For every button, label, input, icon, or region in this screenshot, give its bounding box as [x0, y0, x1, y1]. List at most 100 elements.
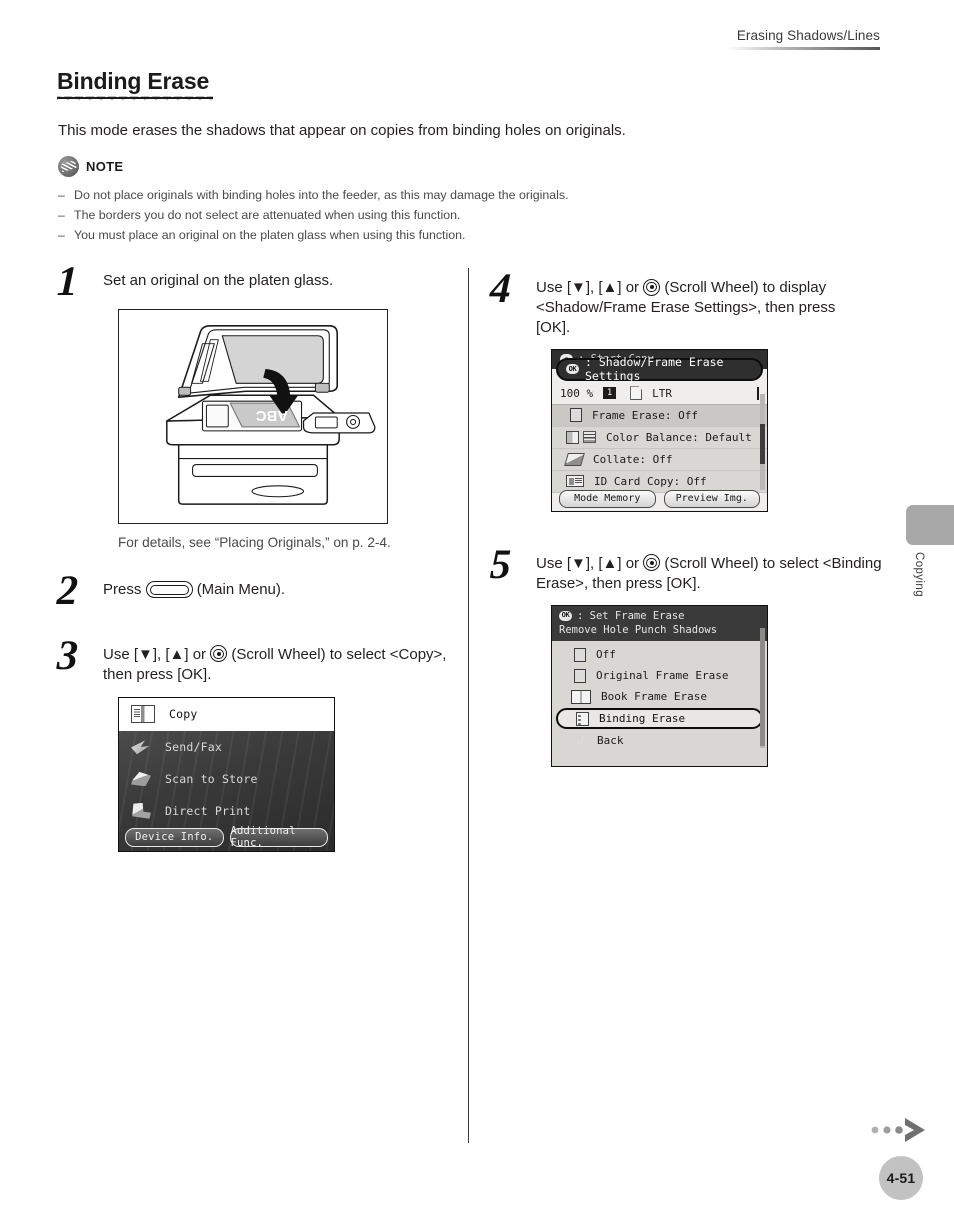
lcd-row-copy[interactable]: Copy: [119, 697, 334, 731]
running-head-rule: [728, 47, 880, 50]
step-2-number: 2: [56, 568, 78, 615]
step-2: 2 Press (Main Menu).: [56, 568, 457, 615]
lcd-row-frame-erase-label: Frame Erase: Off: [592, 408, 698, 422]
lcd-frame-erase-title-1: : Set Frame Erase: [577, 609, 685, 622]
step-3-text: Use [▼], [▲] or (Scroll Wheel) to select…: [103, 645, 457, 685]
lcd-row-off[interactable]: Off: [552, 644, 767, 665]
note-list-item: The borders you do not select are attenu…: [58, 205, 778, 225]
level-lines-icon: [583, 431, 596, 444]
lcd-row-send-fax[interactable]: Send/Fax: [119, 731, 334, 763]
additional-func-button[interactable]: Additional Func.: [229, 825, 328, 849]
step-3-text-pre: Use [▼], [▲] or: [103, 645, 207, 663]
printer-illustration: ABC: [166, 325, 376, 506]
lcd-row-copy-label: Copy: [169, 707, 198, 722]
lcd-row-original-frame-erase[interactable]: Original Frame Erase: [552, 665, 767, 686]
note-header: NOTE: [58, 155, 778, 177]
lcd-row-collate-label: Collate: Off: [593, 452, 673, 466]
step-4: 4 Use [▼], [▲] or (Scroll Wheel) to disp…: [489, 266, 890, 512]
lcd-row-original-frame-erase-label: Original Frame Erase: [596, 669, 729, 683]
scan-to-store-icon: [131, 771, 151, 787]
lcd-scrollbar-track[interactable]: [760, 393, 765, 490]
step-2-text-pre: Press: [103, 581, 142, 599]
step-5: 5 Use [▼], [▲] or (Scroll Wheel) to sele…: [489, 542, 890, 767]
back-arrow-icon: ↲: [575, 732, 585, 749]
lcd-row-binding-erase[interactable]: Binding Erase: [556, 708, 763, 730]
lcd-selected-banner[interactable]: OK : Shadow/Frame Erase Settings: [556, 355, 763, 384]
lcd-row-color-balance-label: Color Balance: Default: [606, 430, 752, 444]
step-4-text-pre: Use [▼], [▲] or: [536, 279, 640, 296]
page-icon: [570, 408, 582, 423]
lcd-copy-settings[interactable]: ◉ : Start Copy OK : Shadow/Frame Erase S…: [551, 348, 768, 512]
running-head: Erasing Shadows/Lines: [728, 28, 880, 50]
page-number-badge: 4-51: [879, 1156, 923, 1200]
lcd-frame-erase-title-2: Remove Hole Punch Shadows: [559, 623, 718, 636]
paper-size-icon: [630, 386, 643, 401]
lcd-row-send-fax-label: Send/Fax: [165, 739, 222, 754]
lcd-row-book-frame-erase[interactable]: Book Frame Erase: [552, 686, 767, 707]
original-abc-label: ABC: [255, 407, 287, 423]
copy-icon: [131, 705, 155, 724]
device-info-button[interactable]: Device Info.: [125, 827, 224, 847]
step-1: 1 Set an original on the platen glass. A…: [56, 259, 457, 551]
intro-paragraph: This mode erases the shadows that appear…: [58, 122, 626, 139]
collate-icon: [564, 452, 585, 466]
step-3: 3 Use [▼], [▲] or (Scroll Wheel) to sele…: [56, 633, 457, 852]
step-1-text: Set an original on the platen glass.: [103, 272, 334, 289]
manual-page: Erasing Shadows/Lines Binding Erase This…: [0, 0, 954, 1227]
lcd-row-frame-erase[interactable]: Frame Erase: Off: [552, 404, 767, 427]
mode-memory-button[interactable]: Mode Memory: [559, 489, 656, 508]
platen-glass-figure: ABC: [118, 309, 388, 525]
step-1-number: 1: [56, 259, 78, 305]
lcd-scrollbar-thumb[interactable]: [760, 423, 765, 464]
page-icon: [574, 668, 586, 683]
lcd-row-direct-print[interactable]: Direct Print: [119, 795, 334, 827]
lcd-row-binding-erase-label: Binding Erase: [599, 712, 686, 726]
next-page-chevron-icon: [869, 1115, 931, 1145]
paper-size-label: LTR: [652, 386, 672, 400]
note-list: Do not place originals with binding hole…: [58, 185, 778, 245]
step-4-number: 4: [489, 266, 511, 312]
left-column: 1 Set an original on the platen glass. A…: [56, 259, 457, 858]
note-pencil-icon: [58, 155, 79, 177]
color-balance-icon: [566, 430, 579, 444]
preview-img-button[interactable]: Preview Img.: [663, 489, 760, 508]
status-marker: [757, 386, 759, 400]
note-list-item: You must place an original on the platen…: [58, 225, 778, 245]
scroll-wheel-icon: [210, 645, 228, 663]
lcd-row-off-label: Off: [596, 648, 616, 662]
ok-badge-icon: OK: [559, 610, 572, 621]
lcd-row-id-card-copy-label: ID Card Copy: Off: [594, 474, 707, 488]
lcd-scrollbar-thumb[interactable]: [760, 627, 765, 746]
lcd-scrollbar-track[interactable]: [760, 627, 765, 748]
lcd-row-back[interactable]: ↲ Back: [552, 730, 767, 751]
page-title-block: Binding Erase: [57, 70, 213, 105]
copies-count: 1: [603, 387, 617, 400]
lcd-main-menu[interactable]: Copy Send/Fax Scan to Store Direct Print: [118, 696, 335, 852]
lcd-row-scan-to-store[interactable]: Scan to Store: [119, 763, 334, 795]
right-column: 4 Use [▼], [▲] or (Scroll Wheel) to disp…: [489, 266, 890, 773]
lcd-copy-settings-buttons: Mode Memory Preview Img.: [552, 489, 767, 508]
note-list-item: Do not place originals with binding hole…: [58, 185, 778, 205]
lcd-copy-settings-list: Frame Erase: Off Color Balance: Default …: [552, 404, 767, 493]
column-divider: [468, 268, 469, 1143]
zoom-value: 100 %: [560, 386, 594, 400]
book-icon: [571, 689, 591, 704]
ok-badge-icon: OK: [566, 364, 579, 375]
send-fax-icon: [131, 740, 150, 755]
step-2-text-post: (Main Menu).: [196, 581, 286, 599]
lcd-row-back-label: Back: [597, 734, 624, 748]
lcd-selected-banner-label: : Shadow/Frame Erase Settings: [585, 355, 724, 384]
chapter-tab-label: Copying: [913, 552, 925, 597]
lcd-row-scan-to-store-label: Scan to Store: [165, 771, 258, 786]
lcd-frame-erase[interactable]: OK : Set Frame Erase Remove Hole Punch S…: [551, 604, 768, 767]
page-icon: [574, 647, 586, 662]
chapter-tab: [906, 505, 954, 545]
page-title: Binding Erase: [57, 68, 210, 94]
lcd-row-book-frame-erase-label: Book Frame Erase: [601, 690, 707, 704]
step-1-caption: For details, see “Placing Originals,” on…: [118, 535, 391, 551]
lcd-copy-info-bar: 100 % 1 LTR: [552, 382, 767, 405]
lcd-row-collate[interactable]: Collate: Off: [552, 449, 767, 471]
step-2-text: Press (Main Menu).: [103, 580, 457, 600]
scroll-wheel-icon: [643, 278, 661, 296]
lcd-row-color-balance[interactable]: Color Balance: Default: [552, 427, 767, 449]
